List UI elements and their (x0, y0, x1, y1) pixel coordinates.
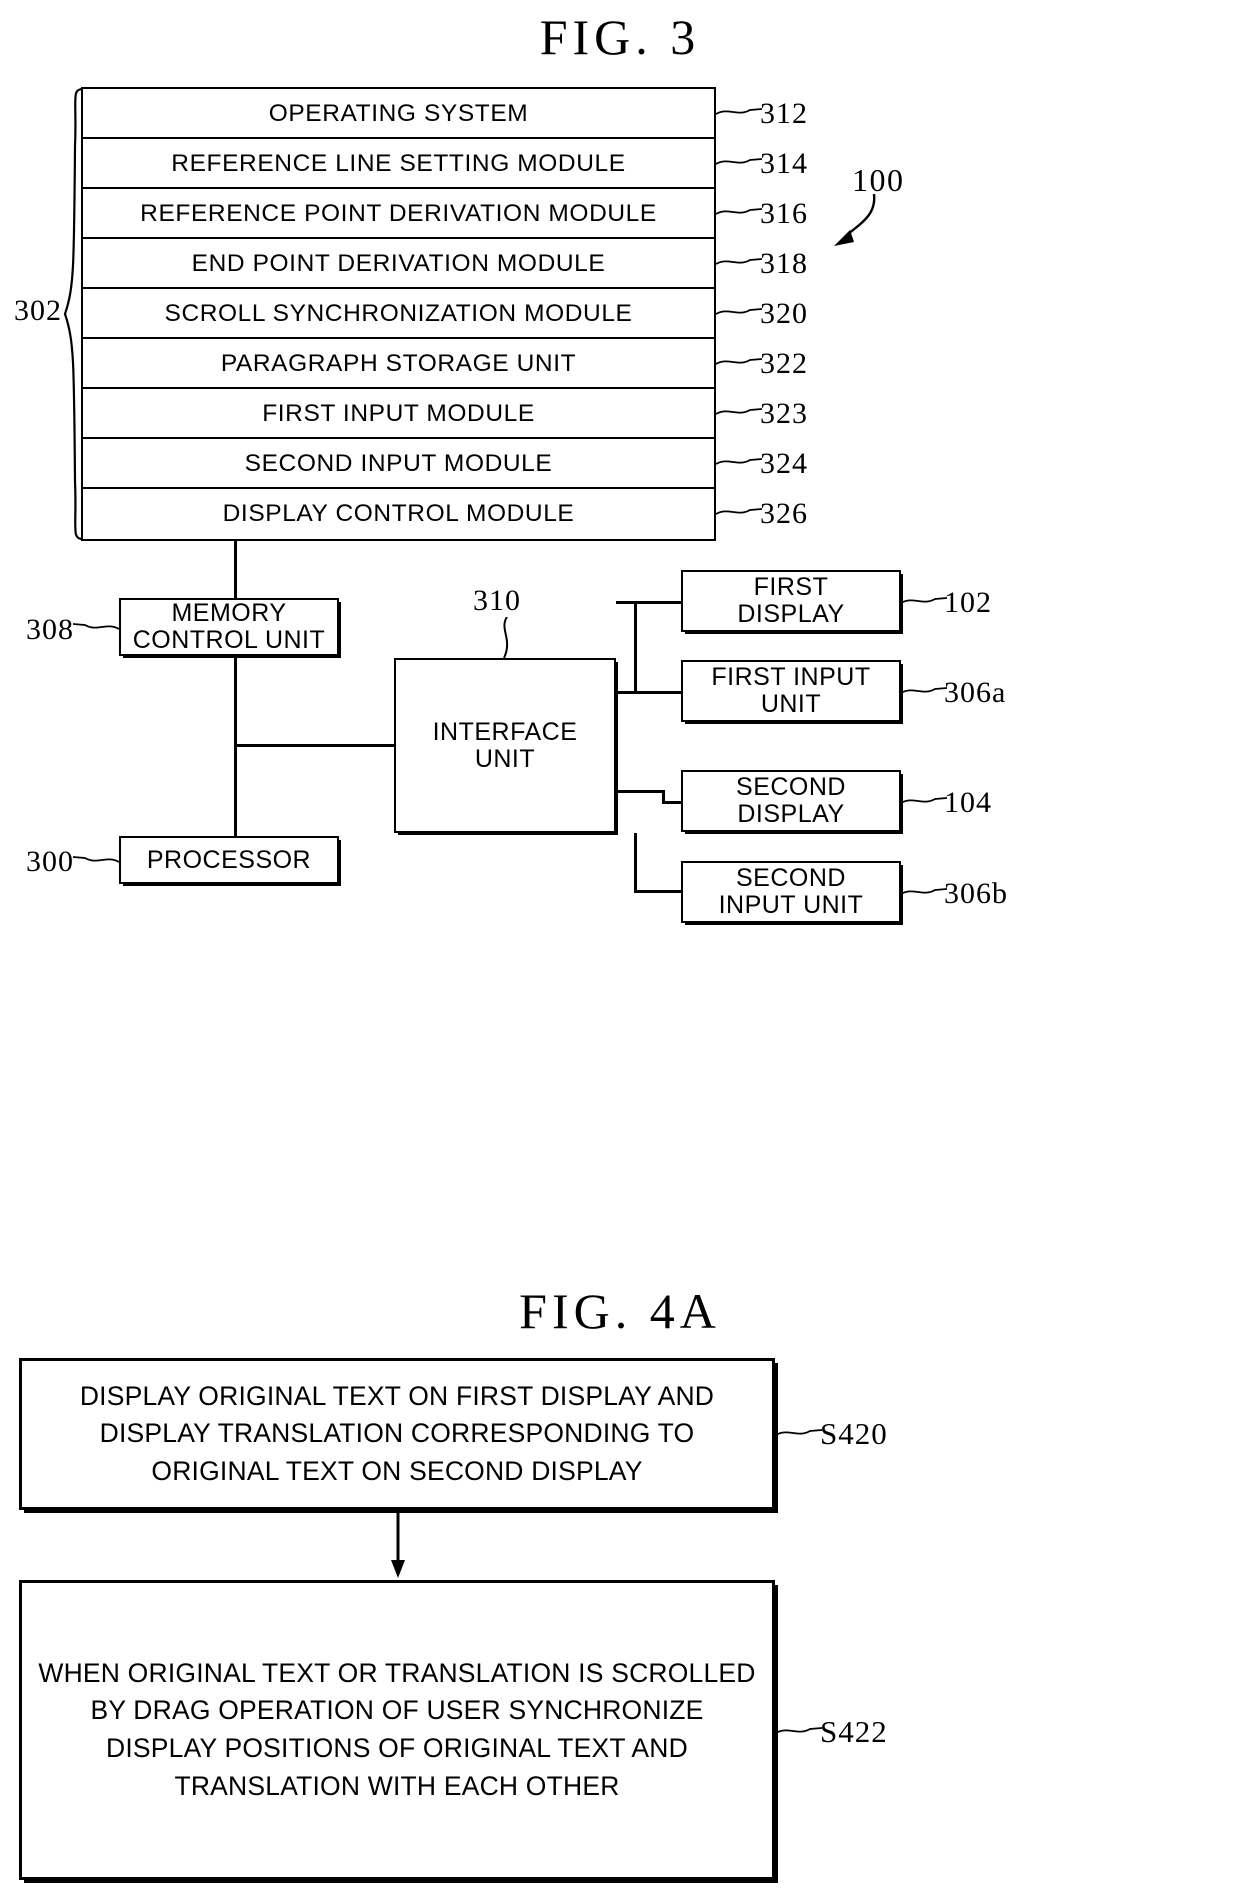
first-display-line1: FIRST (753, 573, 829, 601)
reference-label-326: 326 (760, 497, 808, 530)
module-row: DISPLAY CONTROL MODULE (222, 500, 575, 527)
second-display-line1: SECOND (736, 773, 846, 801)
reference-label-300: 300 (26, 845, 74, 878)
connector-to-first-display (634, 601, 681, 604)
first-input-unit-line1: FIRST INPUT (711, 663, 871, 691)
reference-label-318: 318 (760, 247, 808, 280)
block-second-display: SECOND DISPLAY (681, 770, 901, 832)
connector-interface-first-input-a (616, 691, 664, 694)
module-row: SCROLL SYNCHRONIZATION MODULE (83, 289, 714, 339)
second-input-unit-line1: SECOND (736, 864, 846, 892)
leader-line-326 (716, 508, 762, 515)
block-memory-control-unit: MEMORY CONTROL UNIT (119, 598, 339, 656)
flow-step-s420-text: DISPLAY ORIGINAL TEXT ON FIRST DISPLAY A… (79, 1380, 715, 1486)
reference-label-302: 302 (14, 294, 62, 327)
leader-line-320 (716, 308, 762, 315)
connector-bus-to-interface (234, 744, 396, 747)
reference-label-322: 322 (760, 347, 808, 380)
patent-figure-page: FIG. 3 302 OPERATING SYSTEM REFERENCE LI… (0, 0, 1240, 1899)
flow-step-s422: WHEN ORIGINAL TEXT OR TRANSLATION IS SCR… (19, 1580, 775, 1880)
leader-line-318 (716, 258, 762, 265)
module-row: PARAGRAPH STORAGE UNIT (83, 339, 714, 389)
block-first-display: FIRST DISPLAY (681, 570, 901, 632)
reference-label-323: 323 (760, 397, 808, 430)
reference-label-324: 324 (760, 447, 808, 480)
leader-line-s420 (776, 1429, 822, 1436)
connector-to-second-display (662, 801, 682, 804)
connector-interface-second-display-a (616, 790, 664, 793)
arrow-to-device-100 (834, 193, 876, 246)
reference-label-312: 312 (760, 97, 808, 130)
reference-label-s422: S422 (820, 1714, 888, 1749)
first-display-line2: DISPLAY (737, 600, 845, 628)
leader-line-308 (73, 623, 119, 630)
module-row: OPERATING SYSTEM (83, 89, 714, 139)
reference-label-314: 314 (760, 147, 808, 180)
memory-control-unit-line1: MEMORY (171, 599, 287, 627)
processor-label: PROCESSOR (146, 845, 312, 874)
reference-label-310: 310 (473, 584, 521, 617)
flow-step-s420: DISPLAY ORIGINAL TEXT ON FIRST DISPLAY A… (19, 1358, 775, 1510)
interface-unit-line1: INTERFACE (432, 717, 578, 746)
memory-control-unit-line2: CONTROL UNIT (132, 626, 326, 654)
leader-line-104 (901, 797, 947, 804)
leader-line-324 (716, 458, 762, 465)
connector-to-first-input (662, 691, 682, 694)
block-first-input-unit: FIRST INPUT UNIT (681, 660, 901, 722)
second-input-unit-line2: INPUT UNIT (718, 891, 864, 919)
connector-to-second-input (634, 890, 682, 893)
module-row: REFERENCE POINT DERIVATION MODULE (83, 189, 714, 239)
connector-interface-first-display-b (634, 601, 637, 691)
leader-line-102 (901, 597, 947, 604)
leader-line-312 (716, 108, 762, 115)
reference-label-306a: 306a (944, 676, 1007, 709)
figure-4a-title: FIG. 4A (519, 1283, 721, 1339)
leader-line-322 (716, 358, 762, 365)
leader-line-s422 (776, 1727, 822, 1734)
leader-line-306a (901, 687, 947, 694)
reference-label-308: 308 (26, 613, 74, 646)
flow-arrow-s420-to-s422 (391, 1512, 405, 1578)
second-display-line2: DISPLAY (737, 800, 845, 828)
leader-line-310 (503, 617, 509, 659)
interface-unit-line2: UNIT (474, 744, 536, 773)
module-row: SECOND INPUT MODULE (83, 439, 714, 489)
leader-line-316 (716, 208, 762, 215)
module-row: REFERENCE LINE SETTING MODULE (83, 139, 714, 189)
leader-line-323 (716, 408, 762, 415)
reference-label-320: 320 (760, 297, 808, 330)
reference-label-104: 104 (944, 786, 992, 819)
leader-line-306b (901, 888, 947, 895)
figure-3-title: FIG. 3 (539, 9, 701, 65)
block-second-input-unit: SECOND INPUT UNIT (681, 861, 901, 923)
connector-interface-first-display-a (616, 601, 636, 604)
memory-module-stack: OPERATING SYSTEM REFERENCE LINE SETTING … (81, 87, 716, 541)
reference-label-306b: 306b (944, 877, 1008, 910)
flow-step-s422-text: WHEN ORIGINAL TEXT OR TRANSLATION IS SCR… (38, 1657, 756, 1801)
module-row: END POINT DERIVATION MODULE (83, 239, 714, 289)
connector-interface-second-input-a (634, 833, 637, 892)
reference-label-s420: S420 (820, 1416, 888, 1451)
connector-stack-to-memory (234, 541, 237, 599)
module-row: FIRST INPUT MODULE (83, 389, 714, 439)
first-input-unit-line2: UNIT (760, 690, 822, 718)
reference-label-316: 316 (760, 197, 808, 230)
block-processor: PROCESSOR (119, 836, 339, 884)
reference-label-102: 102 (944, 586, 992, 619)
connector-memory-to-processor (234, 656, 237, 838)
leader-line-314 (716, 158, 762, 165)
block-interface-unit: INTERFACE UNIT (394, 658, 616, 833)
leader-line-300 (73, 856, 119, 863)
connector-interface-second-display-b (662, 790, 665, 801)
